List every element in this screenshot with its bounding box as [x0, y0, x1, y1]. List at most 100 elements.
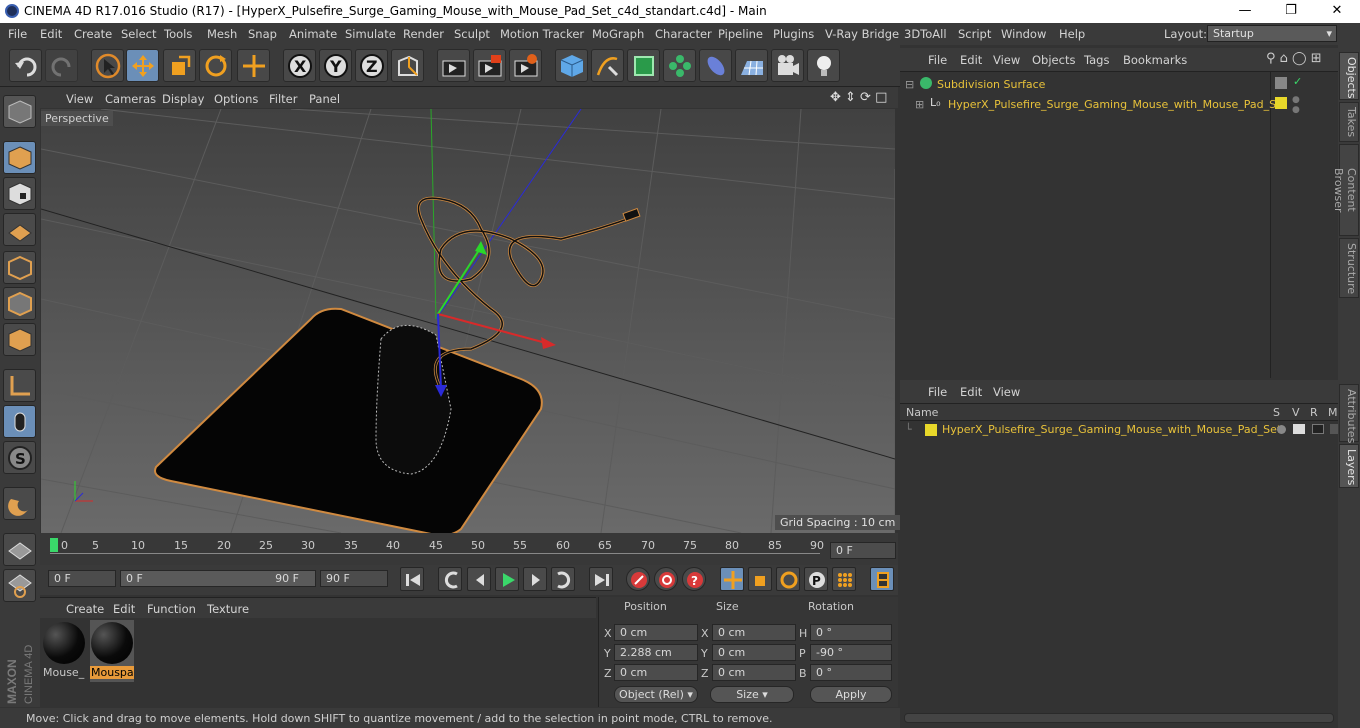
gizmo-x-arrow-icon[interactable]: [541, 337, 556, 349]
object-menu-objects[interactable]: Objects: [1032, 53, 1075, 67]
coordinate-system-button[interactable]: [391, 49, 424, 82]
viewport-menu-cameras[interactable]: Cameras: [105, 92, 156, 106]
goto-end-button[interactable]: [589, 567, 613, 591]
keyframe-selection-button[interactable]: ?: [682, 567, 706, 591]
layer-color-swatch[interactable]: [1275, 97, 1287, 109]
tab-takes[interactable]: Takes: [1339, 102, 1359, 142]
cube-object-button[interactable]: [555, 49, 588, 82]
maximize-button[interactable]: ❐: [1268, 0, 1314, 23]
3d-viewport[interactable]: [41, 109, 895, 533]
menu-create[interactable]: Create: [74, 27, 112, 41]
pos-x-field[interactable]: 0 cm: [614, 624, 698, 641]
eye-icon[interactable]: [1293, 424, 1305, 434]
select-tool-button[interactable]: [91, 49, 124, 82]
layer-menu-view[interactable]: View: [993, 385, 1020, 399]
planar-workplane-button[interactable]: [3, 569, 36, 602]
playhead[interactable]: [50, 538, 58, 552]
edges-mode-button[interactable]: [3, 287, 36, 320]
viewport-nav-icons[interactable]: ✥ ⇕ ⟳ □: [830, 90, 887, 105]
close-button[interactable]: ✕: [1314, 0, 1360, 23]
menu-motion-tracker[interactable]: Motion Tracker: [500, 27, 584, 41]
layer-menu-edit[interactable]: Edit: [960, 385, 982, 399]
apply-button[interactable]: Apply: [810, 686, 892, 703]
menu-animate[interactable]: Animate: [289, 27, 337, 41]
move-tool-button[interactable]: [126, 49, 159, 82]
material-swatch[interactable]: Mouse_: [42, 620, 86, 682]
scale-tool-button[interactable]: [163, 49, 196, 82]
menu-sculpt[interactable]: Sculpt: [454, 27, 490, 41]
tree-expand-icon[interactable]: ⊟: [905, 78, 914, 91]
menu-edit[interactable]: Edit: [40, 27, 62, 41]
menu-help[interactable]: Help: [1059, 27, 1085, 41]
menu-tools[interactable]: Tools: [164, 27, 192, 41]
rot-b-field[interactable]: 0 °: [810, 664, 892, 681]
material-menu-function[interactable]: Function: [147, 602, 196, 616]
coordinate-mode-select[interactable]: Object (Rel) ▾: [614, 686, 698, 703]
next-frame-button[interactable]: [523, 567, 547, 591]
next-key-button[interactable]: [551, 567, 575, 591]
object-menu-view[interactable]: View: [993, 53, 1020, 67]
visibility-dots-icon[interactable]: ● ●: [1292, 95, 1300, 115]
object-menu-tags[interactable]: Tags: [1084, 53, 1109, 67]
tab-objects[interactable]: Objects: [1339, 52, 1359, 100]
object-menu-bookmarks[interactable]: Bookmarks: [1123, 53, 1187, 67]
layer-row[interactable]: └ HyperX_Pulsefire_Surge_Gaming_Mouse_wi…: [905, 422, 1338, 438]
viewport-menu-panel[interactable]: Panel: [309, 92, 340, 106]
key-pla-button[interactable]: [832, 567, 856, 591]
checkmark-icon[interactable]: ✓: [1293, 75, 1302, 88]
current-frame-field[interactable]: 0 F: [830, 542, 896, 559]
menu-snap[interactable]: Snap: [248, 27, 277, 41]
minimize-button[interactable]: —: [1222, 0, 1268, 23]
menu-select[interactable]: Select: [121, 27, 156, 41]
object-row-flags[interactable]: ✓: [1275, 75, 1315, 94]
layer-horizontal-scrollbar[interactable]: [904, 713, 1334, 723]
subdivision-surface-button[interactable]: [627, 49, 660, 82]
menu-mesh[interactable]: Mesh: [207, 27, 237, 41]
key-param-button[interactable]: P: [804, 567, 828, 591]
object-menu-file[interactable]: File: [928, 53, 947, 67]
tree-expand-icon[interactable]: ⊞: [915, 98, 924, 111]
object-row-mouse-set[interactable]: ⊞ L₀ HyperX_Pulsefire_Surge_Gaming_Mouse…: [915, 96, 1287, 114]
cloner-button[interactable]: [663, 49, 696, 82]
frame-range-slider[interactable]: 0 F 90 F: [120, 570, 316, 587]
deformer-button[interactable]: [699, 49, 732, 82]
record-keys-button[interactable]: [626, 567, 650, 591]
live-selection-button[interactable]: [237, 49, 270, 82]
workplane-lock-button[interactable]: [3, 533, 36, 566]
layer-color-swatch[interactable]: [925, 424, 937, 436]
pos-z-field[interactable]: 0 cm: [614, 664, 698, 681]
autokey-button[interactable]: [654, 567, 678, 591]
size-y-field[interactable]: 0 cm: [712, 644, 796, 661]
key-scale-button[interactable]: [748, 567, 772, 591]
solo-toggle-icon[interactable]: [1277, 425, 1286, 434]
axis-mode-button[interactable]: [3, 369, 36, 402]
tab-layers[interactable]: Layers: [1339, 444, 1359, 488]
y-axis-lock-button[interactable]: Y: [319, 49, 352, 82]
viewport-menu-view[interactable]: View: [66, 92, 93, 106]
viewport-menu-options[interactable]: Options: [214, 92, 258, 106]
key-position-button[interactable]: [720, 567, 744, 591]
tweak-mode-button[interactable]: [3, 405, 36, 438]
material-menu-create[interactable]: Create: [66, 602, 104, 616]
start-frame-field[interactable]: 0 F: [48, 570, 116, 587]
floor-object-button[interactable]: [735, 49, 768, 82]
menu-simulate[interactable]: Simulate: [345, 27, 396, 41]
render-settings-button[interactable]: [509, 49, 542, 82]
z-axis-lock-button[interactable]: Z: [355, 49, 388, 82]
goto-start-button[interactable]: [400, 567, 424, 591]
rot-p-field[interactable]: -90 °: [810, 644, 892, 661]
render-view-button[interactable]: [437, 49, 470, 82]
snap-button[interactable]: [3, 487, 36, 520]
pos-y-field[interactable]: 2.288 cm: [614, 644, 698, 661]
polygons-mode-button[interactable]: [3, 323, 36, 356]
prev-frame-button[interactable]: [467, 567, 491, 591]
object-row-subdivision[interactable]: ⊟ Subdivision Surface: [905, 76, 1270, 94]
tab-content-browser[interactable]: Content Browser: [1332, 144, 1359, 236]
size-mode-select[interactable]: Size ▾: [710, 686, 794, 703]
solo-mode-button[interactable]: S: [3, 441, 36, 474]
key-rotation-button[interactable]: [776, 567, 800, 591]
viewport-menu-filter[interactable]: Filter: [269, 92, 297, 106]
size-z-field[interactable]: 0 cm: [712, 664, 796, 681]
render-picture-viewer-button[interactable]: [473, 49, 506, 82]
prev-key-button[interactable]: [438, 567, 462, 591]
